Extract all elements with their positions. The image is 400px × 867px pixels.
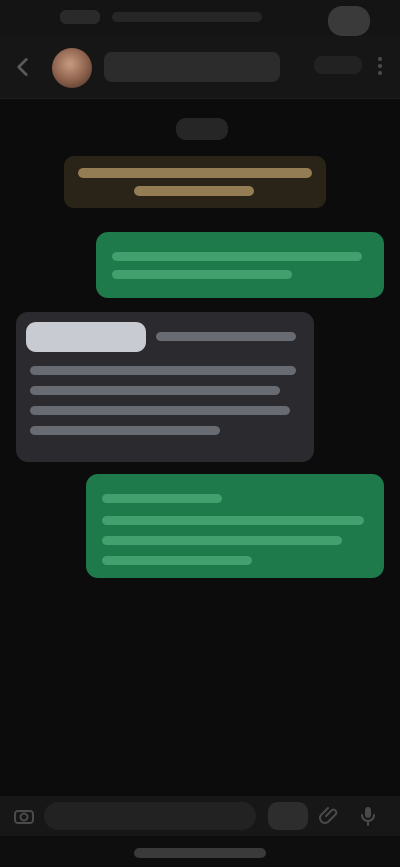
message-text-line [102, 516, 364, 525]
message-text-line [112, 270, 292, 279]
system-notice [64, 156, 326, 208]
message-text-line [156, 332, 296, 341]
message-incoming[interactable] [16, 312, 314, 462]
message-text-line [112, 252, 362, 261]
message-text-line [30, 366, 296, 375]
message-text-line [102, 494, 222, 503]
status-notifications [112, 12, 262, 22]
status-indicators [328, 6, 370, 36]
system-notice-line [134, 186, 254, 196]
emoji-icon[interactable] [268, 802, 308, 830]
attach-icon[interactable] [318, 804, 342, 828]
message-outgoing[interactable] [86, 474, 384, 578]
contact-avatar[interactable] [52, 48, 92, 88]
system-notice-line [78, 168, 312, 178]
more-vertical-icon[interactable] [368, 54, 392, 78]
home-indicator[interactable] [134, 848, 266, 858]
contact-name[interactable] [104, 52, 280, 82]
message-text-line [30, 426, 220, 435]
back-arrow-icon[interactable] [10, 54, 36, 80]
message-outgoing[interactable] [96, 232, 384, 298]
header-action[interactable] [314, 56, 362, 74]
message-text-line [102, 536, 342, 545]
message-input[interactable] [44, 802, 256, 830]
reply-quote[interactable] [26, 322, 146, 352]
camera-icon[interactable] [12, 804, 36, 828]
chat-screen [0, 0, 400, 867]
status-time [60, 10, 100, 24]
message-text-line [30, 406, 290, 415]
message-text-line [102, 556, 252, 565]
chat-header [0, 36, 400, 99]
system-nav-bar [0, 836, 400, 867]
date-chip [176, 118, 228, 140]
status-bar [0, 0, 400, 36]
message-text-line [30, 386, 280, 395]
mic-icon[interactable] [356, 804, 380, 828]
composer-bar [0, 796, 400, 836]
